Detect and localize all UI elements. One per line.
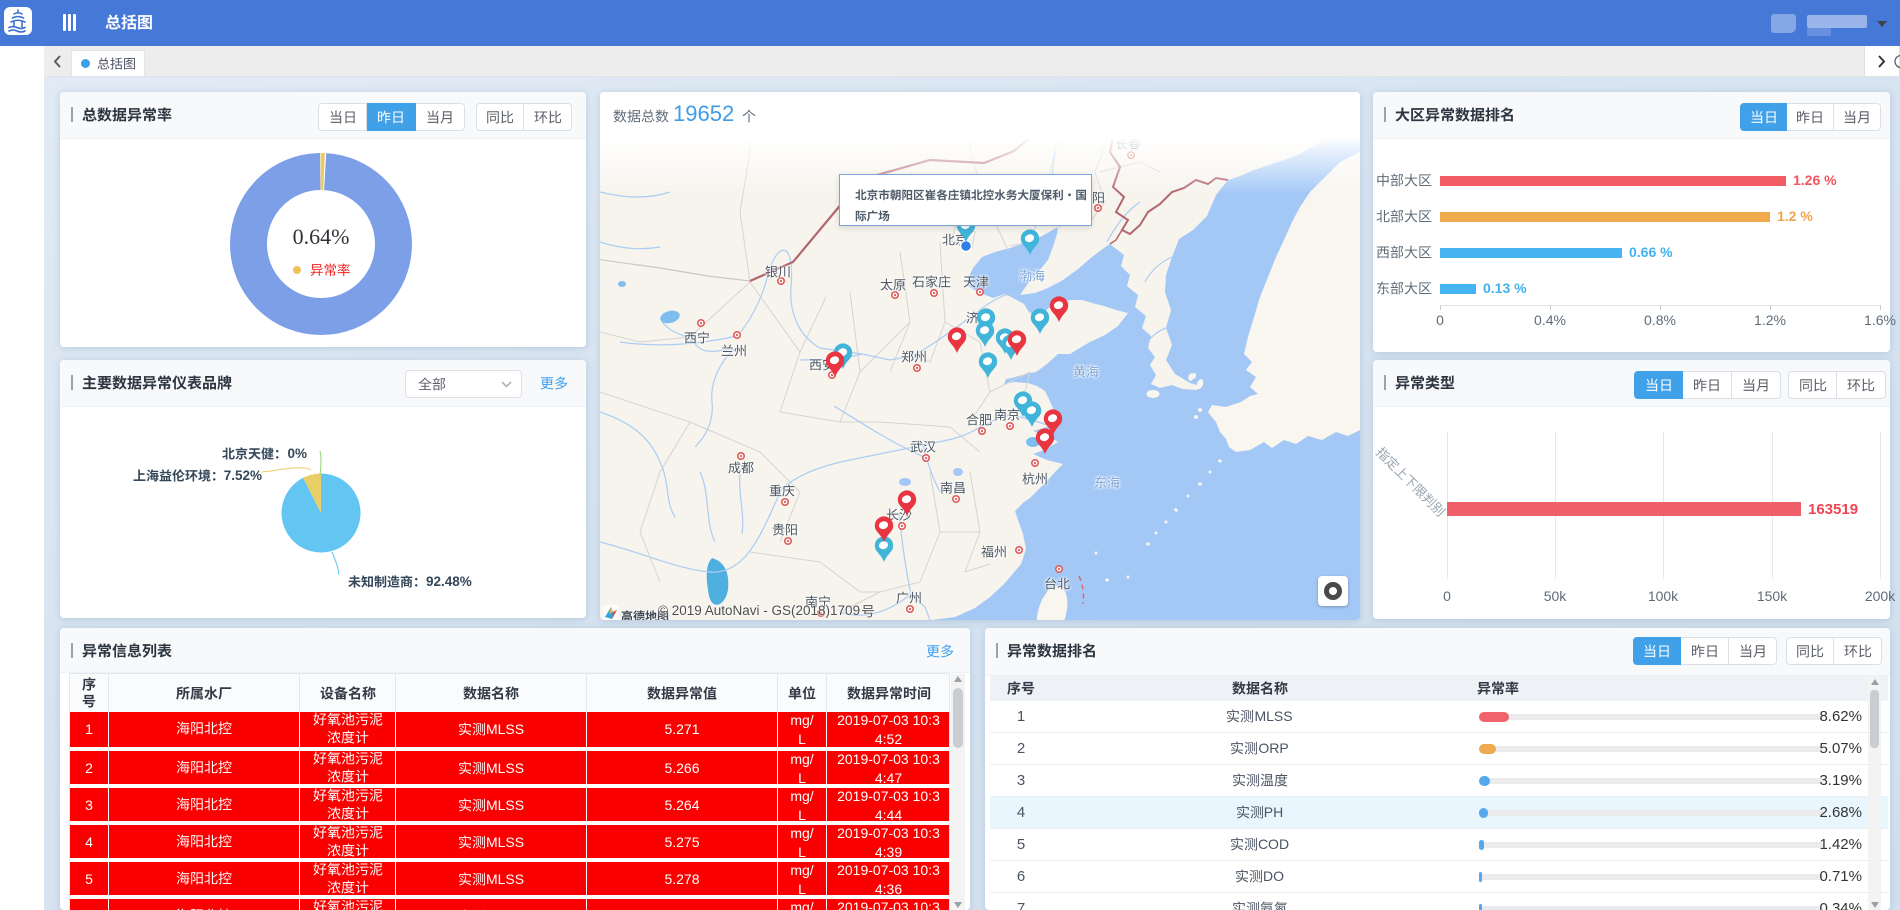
- svg-text:0.64%: 0.64%: [293, 224, 350, 249]
